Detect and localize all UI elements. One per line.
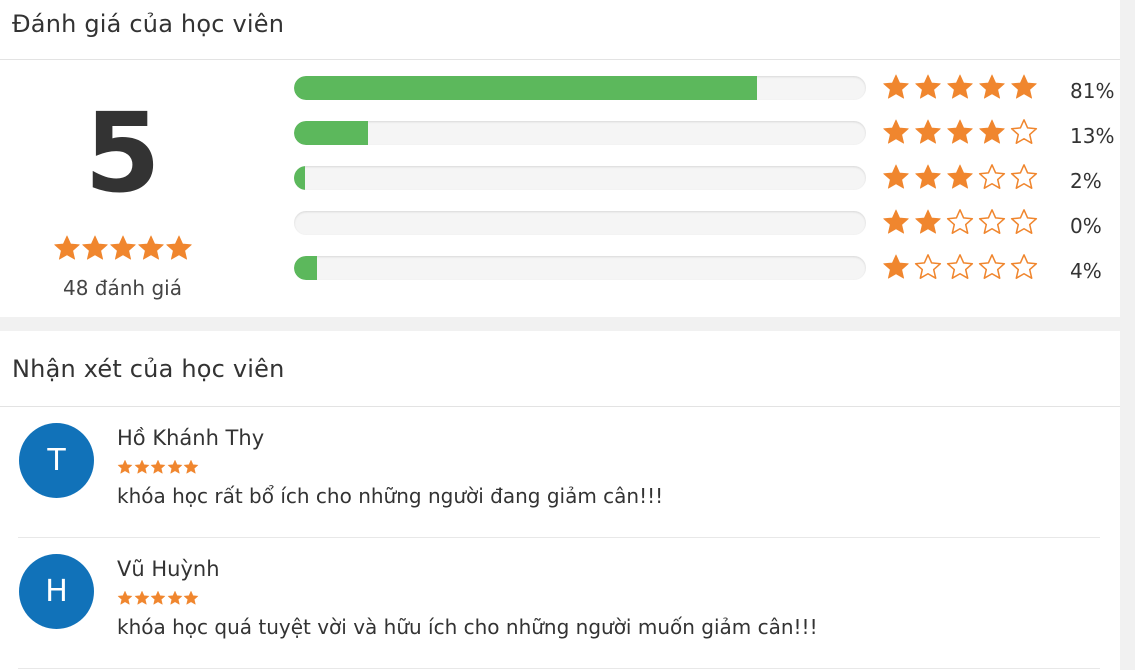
star-filled-icon xyxy=(134,459,150,475)
percent-label: 13% xyxy=(1070,124,1115,148)
star-filled-icon xyxy=(117,459,133,475)
star-filled-icon xyxy=(914,73,942,101)
star-outline-icon xyxy=(946,208,974,236)
star-filled-icon xyxy=(946,73,974,101)
avatar: T xyxy=(19,423,94,498)
breakdown-row-2[interactable]: 0% xyxy=(294,208,1124,238)
reviews-panel: Nhận xét của học viên T Hồ Khánh Thy khó… xyxy=(0,331,1120,670)
star-filled-icon xyxy=(81,234,109,262)
star-filled-icon xyxy=(109,234,137,262)
ratings-panel: Đánh giá của học viên 5 48 đánh giá 81% … xyxy=(0,0,1120,317)
progress-fill xyxy=(294,256,317,280)
star-rating xyxy=(882,118,1038,146)
progress-bar xyxy=(294,166,866,190)
star-rating xyxy=(882,253,1038,281)
reviews-header: Nhận xét của học viên xyxy=(0,331,1120,407)
star-filled-icon xyxy=(167,459,183,475)
star-filled-icon xyxy=(914,118,942,146)
star-outline-icon xyxy=(1010,253,1038,281)
star-filled-icon xyxy=(978,118,1006,146)
breakdown-row-1[interactable]: 4% xyxy=(294,253,1124,283)
progress-bar xyxy=(294,121,866,145)
star-filled-icon xyxy=(150,590,166,606)
star-filled-icon xyxy=(150,459,166,475)
star-outline-icon xyxy=(946,253,974,281)
star-filled-icon xyxy=(914,163,942,191)
star-filled-icon xyxy=(914,208,942,236)
progress-bar xyxy=(294,256,866,280)
star-filled-icon xyxy=(53,234,81,262)
percent-label: 0% xyxy=(1070,214,1102,238)
progress-bar xyxy=(294,211,866,235)
star-filled-icon xyxy=(882,118,910,146)
star-outline-icon xyxy=(1010,163,1038,191)
ratings-title: Đánh giá của học viên xyxy=(12,9,285,38)
review-stars xyxy=(117,459,199,475)
star-outline-icon xyxy=(978,208,1006,236)
star-filled-icon xyxy=(882,253,910,281)
star-filled-icon xyxy=(167,590,183,606)
average-score: 5 xyxy=(84,89,161,217)
avatar: H xyxy=(19,554,94,629)
review-stars xyxy=(117,590,199,606)
breakdown-row-5[interactable]: 81% xyxy=(294,73,1124,103)
percent-label: 4% xyxy=(1070,259,1102,283)
star-outline-icon xyxy=(978,163,1006,191)
progress-bar xyxy=(294,76,866,100)
star-outline-icon xyxy=(914,253,942,281)
star-outline-icon xyxy=(978,253,1006,281)
progress-fill xyxy=(294,166,306,190)
star-rating xyxy=(882,208,1038,236)
star-filled-icon xyxy=(882,73,910,101)
star-filled-icon xyxy=(183,590,199,606)
breakdown-row-3[interactable]: 2% xyxy=(294,163,1124,193)
star-filled-icon xyxy=(1010,73,1038,101)
review-count: 48 đánh giá xyxy=(63,276,182,300)
star-filled-icon xyxy=(882,163,910,191)
average-stars xyxy=(53,234,193,262)
star-rating xyxy=(882,163,1038,191)
percent-label: 2% xyxy=(1070,169,1102,193)
review-item: T Hồ Khánh Thy khóa học rất bổ ích cho n… xyxy=(18,408,1100,538)
divider xyxy=(18,668,1100,669)
percent-label: 81% xyxy=(1070,79,1115,103)
star-filled-icon xyxy=(882,208,910,236)
reviewer-name[interactable]: Hồ Khánh Thy xyxy=(117,426,264,450)
star-filled-icon xyxy=(978,73,1006,101)
ratings-header: Đánh giá của học viên xyxy=(0,0,1120,60)
rating-summary: 5 48 đánh giá xyxy=(0,60,245,317)
star-filled-icon xyxy=(946,118,974,146)
star-filled-icon xyxy=(134,590,150,606)
reviews-title: Nhận xét của học viên xyxy=(12,354,285,383)
review-item: H Vũ Huỳnh khóa học quá tuyệt vời và hữu… xyxy=(18,539,1100,669)
breakdown-row-4[interactable]: 13% xyxy=(294,118,1124,148)
star-outline-icon xyxy=(1010,208,1038,236)
star-outline-icon xyxy=(1010,118,1038,146)
star-filled-icon xyxy=(946,163,974,191)
reviewer-name[interactable]: Vũ Huỳnh xyxy=(117,557,220,581)
progress-fill xyxy=(294,76,758,100)
review-text: khóa học rất bổ ích cho những người đang… xyxy=(117,484,664,508)
star-rating xyxy=(882,73,1038,101)
divider xyxy=(18,537,1100,538)
star-filled-icon xyxy=(183,459,199,475)
star-filled-icon xyxy=(137,234,165,262)
review-text: khóa học quá tuyệt vời và hữu ích cho nh… xyxy=(117,615,818,639)
star-filled-icon xyxy=(165,234,193,262)
progress-fill xyxy=(294,121,369,145)
star-filled-icon xyxy=(117,590,133,606)
